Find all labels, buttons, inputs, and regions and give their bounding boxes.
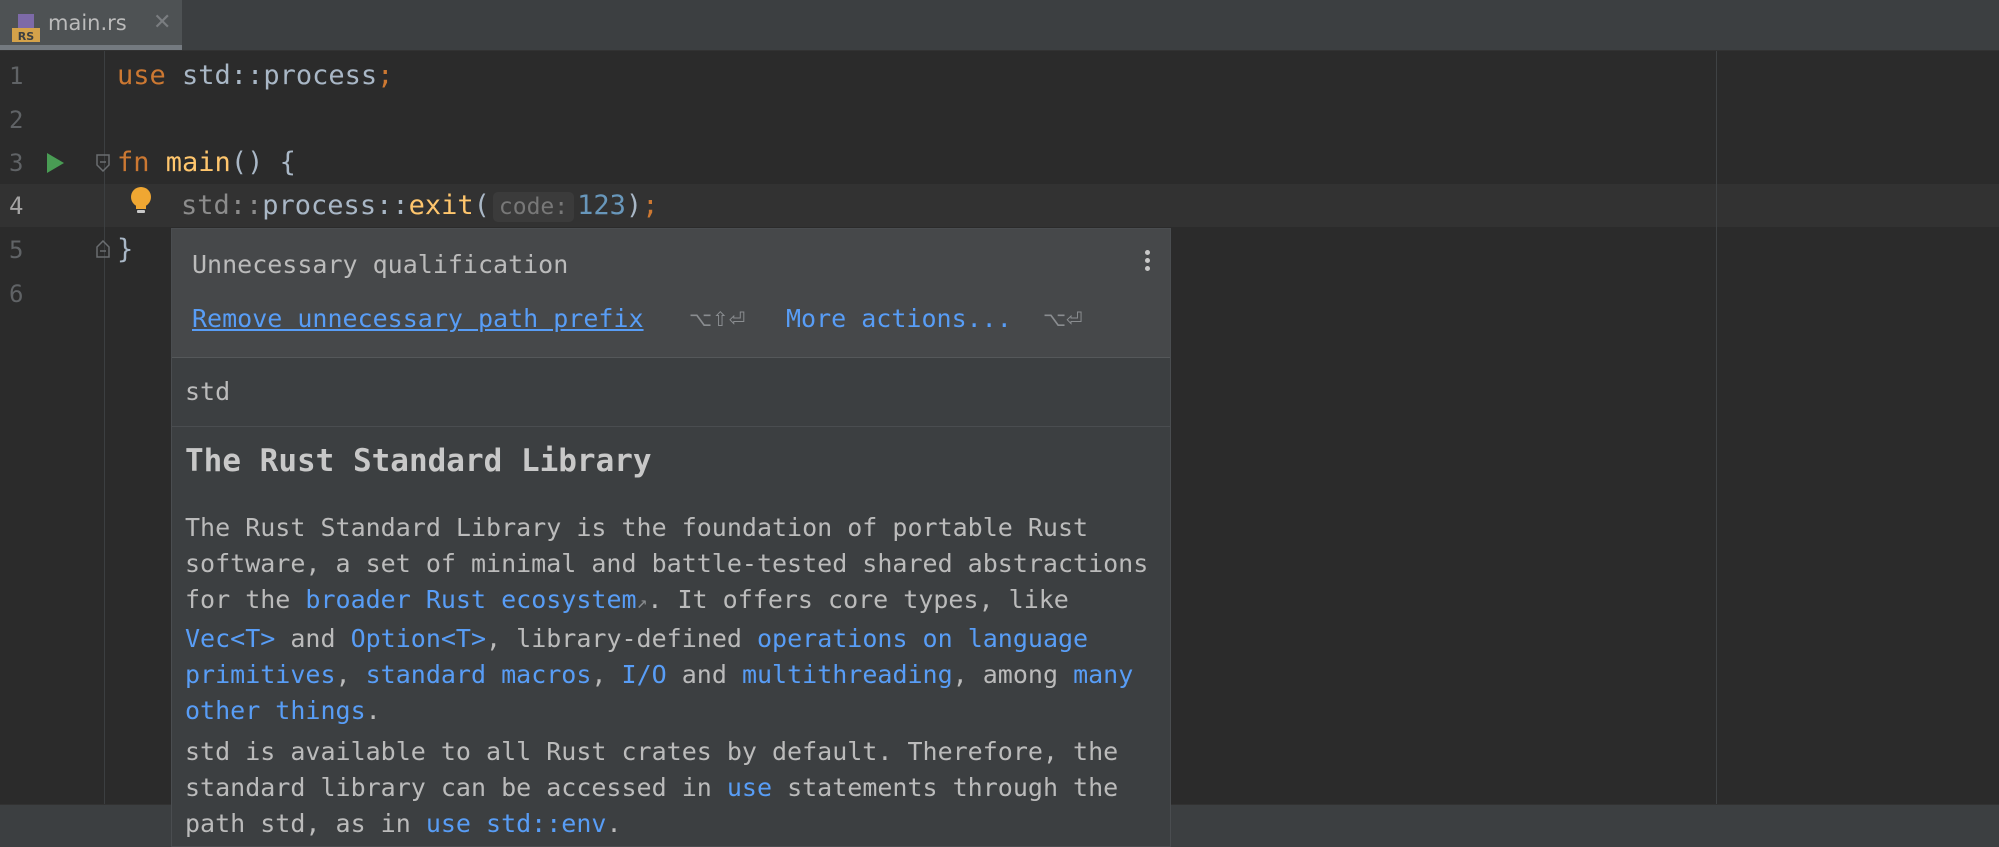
inspection-title: Unnecessary qualification: [192, 250, 569, 279]
path: std::process: [165, 60, 378, 91]
lightbulb-icon[interactable]: [129, 186, 153, 216]
semicolon: ;: [377, 60, 394, 91]
parameter-hint: code:: [492, 192, 575, 222]
close-icon[interactable]: ✕: [153, 10, 171, 35]
code-line-3: fn main() {: [117, 148, 296, 178]
use-std-env-link[interactable]: use std::env: [426, 809, 607, 838]
definition-name: std: [185, 377, 231, 406]
line-number: 4: [9, 192, 24, 220]
rust-file-icon: RS: [12, 14, 40, 43]
code-punctuation: ): [625, 190, 643, 221]
code-line-5: }: [117, 235, 133, 265]
doc-paragraph-1: The Rust Standard Library is the foundat…: [185, 513, 1149, 725]
line-number: 1: [9, 62, 24, 90]
semicolon: ;: [642, 190, 659, 221]
tab-main-rs[interactable]: RS main.rs ✕: [0, 0, 182, 50]
function-name: main: [165, 147, 231, 178]
code-punctuation: () {: [230, 147, 296, 178]
number-literal: 123: [577, 190, 626, 221]
fold-end-icon[interactable]: [95, 240, 111, 258]
code-line-4: std::process::exit(code: 123);: [181, 191, 658, 222]
function-call: exit: [408, 190, 474, 221]
line-number: 3: [9, 149, 24, 177]
doc-paragraph-2: std is available to all Rust crates by d…: [185, 737, 1119, 838]
inspection-header: Unnecessary qualification Remove unneces…: [172, 229, 1170, 358]
active-tab-indicator: [0, 45, 182, 50]
doc-definition: std: [172, 357, 1170, 427]
macros-link[interactable]: standard macros: [366, 660, 592, 689]
shortcut-hint: ⌥⏎: [1043, 307, 1083, 331]
tab-label: main.rs: [48, 11, 127, 35]
line-number: 2: [9, 106, 24, 134]
doc-heading: The Rust Standard Library: [185, 443, 652, 479]
multithreading-link[interactable]: multithreading: [742, 660, 953, 689]
code-punctuation: (: [473, 190, 490, 221]
external-link-icon: ↗: [636, 592, 648, 613]
right-margin-guide: [1716, 51, 1717, 804]
io-link[interactable]: I/O: [622, 660, 667, 689]
closing-brace: }: [117, 234, 134, 265]
keyword: use: [117, 60, 166, 91]
code-line-1: use std::process;: [117, 61, 393, 91]
more-options-icon[interactable]: [1142, 247, 1152, 277]
fold-icon[interactable]: [95, 154, 111, 172]
editor-tab-bar: RS main.rs ✕: [0, 0, 1999, 51]
option-link[interactable]: Option<T>: [351, 624, 486, 653]
remove-path-prefix-link[interactable]: Remove unnecessary path prefix: [192, 304, 644, 333]
run-icon[interactable]: [45, 152, 65, 174]
path: process::: [262, 190, 409, 221]
inspection-popup: Unnecessary qualification Remove unneces…: [172, 229, 1170, 846]
unnecessary-path-prefix: std::: [181, 190, 263, 221]
more-actions-link[interactable]: More actions...: [786, 304, 1012, 333]
use-link[interactable]: use: [727, 773, 772, 802]
line-number: 6: [9, 280, 24, 308]
line-number: 5: [9, 236, 24, 264]
shortcut-hint: ⌥⇧⏎: [689, 307, 746, 331]
keyword: fn: [117, 147, 150, 178]
rust-file-badge: RS: [18, 30, 34, 43]
vec-link[interactable]: Vec<T>: [185, 624, 275, 653]
broader-ecosystem-link[interactable]: broader Rust ecosystem: [305, 585, 636, 614]
